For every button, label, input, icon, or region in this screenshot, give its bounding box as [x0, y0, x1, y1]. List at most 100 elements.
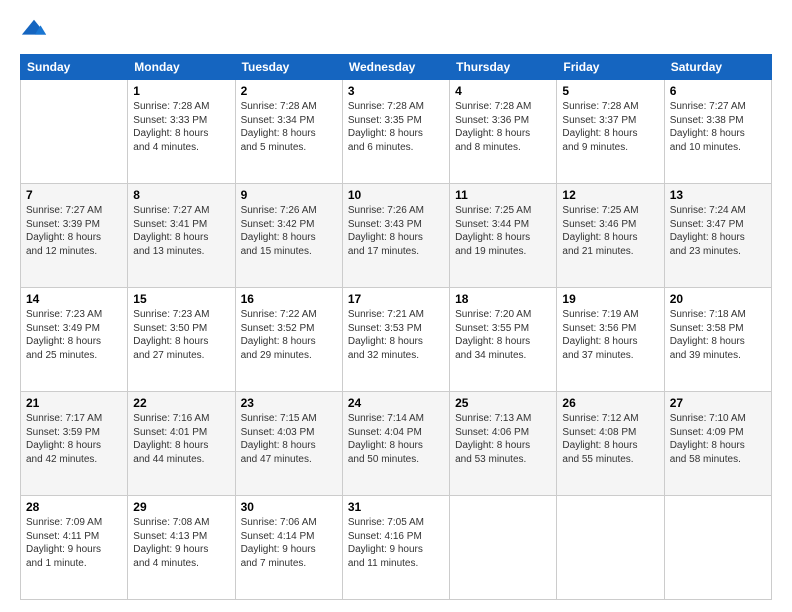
day-number: 4 [455, 84, 551, 98]
logo-icon [20, 16, 48, 44]
day-info: Sunrise: 7:25 AM Sunset: 3:46 PM Dayligh… [562, 204, 658, 258]
day-number: 22 [133, 396, 229, 410]
day-cell: 18 Sunrise: 7:20 AM Sunset: 3:55 PM Dayli… [450, 288, 557, 392]
day-cell: 11 Sunrise: 7:25 AM Sunset: 3:44 PM Dayli… [450, 184, 557, 288]
day-number: 30 [241, 500, 337, 514]
day-info: Sunrise: 7:13 AM Sunset: 4:06 PM Dayligh… [455, 412, 551, 466]
day-info: Sunrise: 7:16 AM Sunset: 4:01 PM Dayligh… [133, 412, 229, 466]
day-info: Sunrise: 7:21 AM Sunset: 3:53 PM Dayligh… [348, 308, 444, 362]
day-info: Sunrise: 7:28 AM Sunset: 3:36 PM Dayligh… [455, 100, 551, 154]
day-info: Sunrise: 7:10 AM Sunset: 4:09 PM Dayligh… [670, 412, 766, 466]
header-friday: Friday [557, 55, 664, 80]
day-cell: 12 Sunrise: 7:25 AM Sunset: 3:46 PM Dayli… [557, 184, 664, 288]
day-cell: 27 Sunrise: 7:10 AM Sunset: 4:09 PM Dayli… [664, 392, 771, 496]
header [20, 16, 772, 44]
day-cell: 9 Sunrise: 7:26 AM Sunset: 3:42 PM Daylig… [235, 184, 342, 288]
day-info: Sunrise: 7:15 AM Sunset: 4:03 PM Dayligh… [241, 412, 337, 466]
header-tuesday: Tuesday [235, 55, 342, 80]
day-number: 14 [26, 292, 122, 306]
day-cell: 31 Sunrise: 7:05 AM Sunset: 4:16 PM Dayli… [342, 496, 449, 600]
day-number: 28 [26, 500, 122, 514]
day-number: 20 [670, 292, 766, 306]
day-info: Sunrise: 7:25 AM Sunset: 3:44 PM Dayligh… [455, 204, 551, 258]
day-info: Sunrise: 7:23 AM Sunset: 3:49 PM Dayligh… [26, 308, 122, 362]
week-row-5: 28 Sunrise: 7:09 AM Sunset: 4:11 PM Dayli… [21, 496, 772, 600]
day-number: 21 [26, 396, 122, 410]
day-cell: 7Sunrise: 7:27 AM Sunset: 3:39 PM Daylig… [21, 184, 128, 288]
day-info: Sunrise: 7:27 AM Sunset: 3:41 PM Dayligh… [133, 204, 229, 258]
day-number: 5 [562, 84, 658, 98]
day-info: Sunrise: 7:09 AM Sunset: 4:11 PM Dayligh… [26, 516, 122, 570]
day-number: 31 [348, 500, 444, 514]
day-cell: 20 Sunrise: 7:18 AM Sunset: 3:58 PM Dayli… [664, 288, 771, 392]
day-cell: 19 Sunrise: 7:19 AM Sunset: 3:56 PM Dayli… [557, 288, 664, 392]
day-number: 6 [670, 84, 766, 98]
week-row-1: 1 Sunrise: 7:28 AM Sunset: 3:33 PM Daylig… [21, 80, 772, 184]
day-info: Sunrise: 7:18 AM Sunset: 3:58 PM Dayligh… [670, 308, 766, 362]
day-number: 25 [455, 396, 551, 410]
calendar-table: SundayMondayTuesdayWednesdayThursdayFrid… [20, 54, 772, 600]
day-cell [450, 496, 557, 600]
day-info: Sunrise: 7:28 AM Sunset: 3:33 PM Dayligh… [133, 100, 229, 154]
day-cell: 4 Sunrise: 7:28 AM Sunset: 3:36 PM Daylig… [450, 80, 557, 184]
day-number: 24 [348, 396, 444, 410]
day-cell: 26Sunrise: 7:12 AM Sunset: 4:08 PM Dayli… [557, 392, 664, 496]
day-cell: 22 Sunrise: 7:16 AM Sunset: 4:01 PM Dayli… [128, 392, 235, 496]
day-number: 1 [133, 84, 229, 98]
day-number: 2 [241, 84, 337, 98]
day-info: Sunrise: 7:22 AM Sunset: 3:52 PM Dayligh… [241, 308, 337, 362]
day-info: Sunrise: 7:05 AM Sunset: 4:16 PM Dayligh… [348, 516, 444, 570]
day-info: Sunrise: 7:17 AM Sunset: 3:59 PM Dayligh… [26, 412, 122, 466]
day-info: Sunrise: 7:19 AM Sunset: 3:56 PM Dayligh… [562, 308, 658, 362]
day-number: 8 [133, 188, 229, 202]
day-info: Sunrise: 7:08 AM Sunset: 4:13 PM Dayligh… [133, 516, 229, 570]
header-monday: Monday [128, 55, 235, 80]
day-cell: 3 Sunrise: 7:28 AM Sunset: 3:35 PM Daylig… [342, 80, 449, 184]
day-cell: 15Sunrise: 7:23 AM Sunset: 3:50 PM Dayli… [128, 288, 235, 392]
day-number: 18 [455, 292, 551, 306]
day-cell: 14 Sunrise: 7:23 AM Sunset: 3:49 PM Dayli… [21, 288, 128, 392]
day-number: 15 [133, 292, 229, 306]
day-number: 19 [562, 292, 658, 306]
day-number: 16 [241, 292, 337, 306]
day-info: Sunrise: 7:06 AM Sunset: 4:14 PM Dayligh… [241, 516, 337, 570]
header-wednesday: Wednesday [342, 55, 449, 80]
day-cell [21, 80, 128, 184]
day-cell [557, 496, 664, 600]
day-cell: 23Sunrise: 7:15 AM Sunset: 4:03 PM Dayli… [235, 392, 342, 496]
day-cell: 28 Sunrise: 7:09 AM Sunset: 4:11 PM Dayli… [21, 496, 128, 600]
header-row: SundayMondayTuesdayWednesdayThursdayFrid… [21, 55, 772, 80]
week-row-4: 21 Sunrise: 7:17 AM Sunset: 3:59 PM Dayli… [21, 392, 772, 496]
day-number: 12 [562, 188, 658, 202]
day-cell: 17 Sunrise: 7:21 AM Sunset: 3:53 PM Dayli… [342, 288, 449, 392]
day-number: 27 [670, 396, 766, 410]
day-cell: 16 Sunrise: 7:22 AM Sunset: 3:52 PM Dayli… [235, 288, 342, 392]
day-number: 3 [348, 84, 444, 98]
day-info: Sunrise: 7:28 AM Sunset: 3:35 PM Dayligh… [348, 100, 444, 154]
day-cell: 8 Sunrise: 7:27 AM Sunset: 3:41 PM Daylig… [128, 184, 235, 288]
day-cell: 2 Sunrise: 7:28 AM Sunset: 3:34 PM Daylig… [235, 80, 342, 184]
day-cell: 29Sunrise: 7:08 AM Sunset: 4:13 PM Dayli… [128, 496, 235, 600]
day-info: Sunrise: 7:28 AM Sunset: 3:34 PM Dayligh… [241, 100, 337, 154]
day-number: 13 [670, 188, 766, 202]
day-info: Sunrise: 7:20 AM Sunset: 3:55 PM Dayligh… [455, 308, 551, 362]
day-info: Sunrise: 7:26 AM Sunset: 3:42 PM Dayligh… [241, 204, 337, 258]
day-number: 9 [241, 188, 337, 202]
day-cell: 30 Sunrise: 7:06 AM Sunset: 4:14 PM Dayli… [235, 496, 342, 600]
day-info: Sunrise: 7:24 AM Sunset: 3:47 PM Dayligh… [670, 204, 766, 258]
day-info: Sunrise: 7:12 AM Sunset: 4:08 PM Dayligh… [562, 412, 658, 466]
day-cell: 1 Sunrise: 7:28 AM Sunset: 3:33 PM Daylig… [128, 80, 235, 184]
day-info: Sunrise: 7:28 AM Sunset: 3:37 PM Dayligh… [562, 100, 658, 154]
day-info: Sunrise: 7:27 AM Sunset: 3:38 PM Dayligh… [670, 100, 766, 154]
header-saturday: Saturday [664, 55, 771, 80]
day-cell [664, 496, 771, 600]
day-cell: 25 Sunrise: 7:13 AM Sunset: 4:06 PM Dayli… [450, 392, 557, 496]
day-info: Sunrise: 7:27 AM Sunset: 3:39 PM Dayligh… [26, 204, 122, 258]
calendar-page: SundayMondayTuesdayWednesdayThursdayFrid… [0, 0, 792, 612]
week-row-2: 7Sunrise: 7:27 AM Sunset: 3:39 PM Daylig… [21, 184, 772, 288]
day-number: 17 [348, 292, 444, 306]
day-number: 11 [455, 188, 551, 202]
day-cell: 5 Sunrise: 7:28 AM Sunset: 3:37 PM Daylig… [557, 80, 664, 184]
header-sunday: Sunday [21, 55, 128, 80]
logo [20, 16, 52, 44]
